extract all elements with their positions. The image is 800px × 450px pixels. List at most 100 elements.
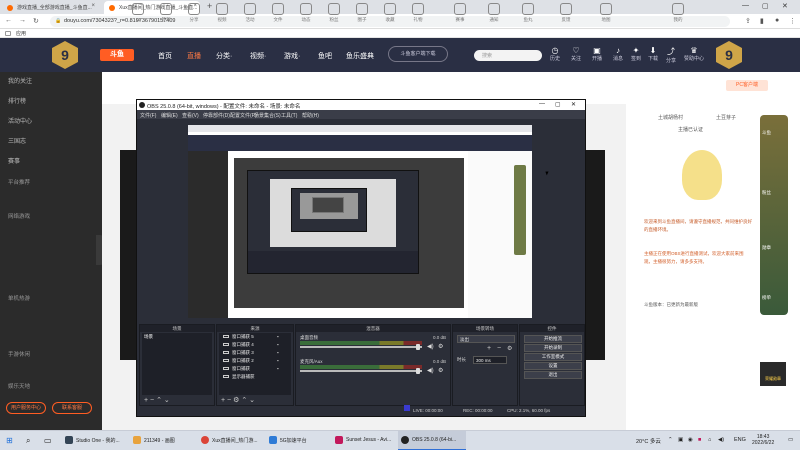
obs-minimize-icon[interactable]: — bbox=[539, 101, 545, 107]
medal-banner[interactable] bbox=[760, 115, 788, 315]
obs-close-icon[interactable]: ✕ bbox=[571, 101, 576, 108]
sidebar-item-follow[interactable]: 我的关注 bbox=[8, 76, 32, 85]
remove-icon[interactable]: − bbox=[497, 345, 501, 352]
sponsor-button[interactable]: ♛ 赞助中心 bbox=[684, 46, 704, 62]
bookmark-apps[interactable]: 应用 bbox=[16, 31, 26, 37]
add-icon[interactable]: + bbox=[487, 345, 491, 352]
source-item[interactable]: 窗口捕获 2 ▪ bbox=[223, 358, 279, 364]
speaker-icon[interactable]: ◀) bbox=[427, 367, 434, 374]
taskbar-app-obs[interactable]: OBS 25.0.8 (64-bi... bbox=[398, 431, 466, 450]
weather[interactable]: 20°C 多云 bbox=[636, 437, 661, 445]
category-item[interactable]: 粉丝 bbox=[320, 3, 348, 23]
eye-icon[interactable] bbox=[223, 351, 229, 354]
category-item[interactable]: 我的 bbox=[664, 3, 692, 23]
remove-icon[interactable]: − bbox=[150, 397, 154, 404]
extensions-icon[interactable]: ▮ bbox=[760, 17, 764, 25]
scene-item[interactable]: 场景 bbox=[144, 334, 153, 340]
close-window-icon[interactable]: ✕ bbox=[782, 2, 788, 10]
menu-docks[interactable]: 停靠部件(D) bbox=[203, 112, 230, 119]
gear-icon[interactable]: ⚙ bbox=[438, 367, 443, 374]
menu-icon[interactable]: ⋮ bbox=[789, 17, 796, 25]
category-item[interactable]: 收藏 bbox=[376, 3, 404, 23]
lock-icon[interactable]: ▪ bbox=[277, 350, 279, 355]
menu-tools[interactable]: 工具(T) bbox=[281, 112, 297, 119]
nav-game[interactable]: 游戏· bbox=[284, 51, 300, 61]
eye-icon[interactable] bbox=[223, 367, 229, 370]
forward-icon[interactable]: → bbox=[19, 17, 26, 24]
nav-category[interactable]: 分类· bbox=[216, 51, 232, 61]
reload-icon[interactable]: ↻ bbox=[33, 17, 39, 25]
nav-yuba[interactable]: 鱼吧 bbox=[318, 51, 332, 61]
category-item[interactable]: 地图 bbox=[592, 3, 620, 23]
nav-live[interactable]: 直播 bbox=[187, 51, 201, 61]
search-input[interactable]: 搜索 bbox=[474, 50, 542, 61]
category-item[interactable]: 通知 bbox=[480, 3, 508, 23]
history-button[interactable]: ◷ 历史 bbox=[550, 46, 560, 62]
remove-icon[interactable]: − bbox=[227, 397, 231, 404]
gear-icon[interactable]: ⚙ bbox=[438, 343, 443, 350]
speaker-icon[interactable]: ◀) bbox=[427, 343, 434, 350]
douyu-logo[interactable]: 斗鱼 bbox=[100, 49, 134, 61]
user-service-button[interactable]: 用户服务中心 bbox=[6, 402, 46, 414]
category-item[interactable]: 文件 bbox=[264, 3, 292, 23]
eye-icon[interactable] bbox=[223, 359, 229, 362]
tray-chevron-icon[interactable]: ⌃ bbox=[668, 437, 673, 443]
maximize-icon[interactable]: ▢ bbox=[762, 2, 769, 10]
source-item[interactable]: 窗口捕获 ▪ bbox=[223, 366, 279, 372]
lock-icon[interactable]: ▪ bbox=[277, 334, 279, 339]
move-up-icon[interactable]: ⌃ bbox=[156, 397, 162, 404]
language-indicator[interactable]: ENG bbox=[734, 437, 746, 443]
eye-icon[interactable] bbox=[223, 343, 229, 346]
obs-maximize-icon[interactable]: ▢ bbox=[555, 101, 561, 108]
download-button[interactable]: ⬇ 下载 bbox=[648, 46, 658, 62]
gear-icon[interactable]: ⚙ bbox=[233, 397, 239, 404]
obs-preview-canvas[interactable] bbox=[188, 125, 532, 318]
network-icon[interactable]: ⌂ bbox=[708, 437, 711, 443]
follow-button[interactable]: ♡ 关注 bbox=[571, 46, 581, 62]
chat-head-item[interactable]: 土城胡杨村 bbox=[658, 114, 683, 121]
nav-festival[interactable]: 鱼乐盛典 bbox=[346, 51, 374, 61]
gear-icon[interactable]: ⚙ bbox=[507, 345, 512, 352]
profile-icon[interactable]: ● bbox=[775, 17, 779, 24]
exit-button[interactable]: 退出 bbox=[524, 371, 582, 379]
tray-app-icon[interactable]: ◉ bbox=[688, 437, 693, 443]
close-tab-icon[interactable]: × bbox=[91, 3, 95, 9]
source-item[interactable]: 窗口捕获 5 ▪ bbox=[223, 334, 279, 340]
sidebar-item-match[interactable]: 赛事 bbox=[8, 156, 20, 165]
source-item[interactable]: 窗口捕获 3 ▪ bbox=[223, 350, 279, 356]
taskbar-app-chrome[interactable]: Xux直播间_热门游... bbox=[198, 431, 266, 450]
sidebar-item-activity[interactable]: 活动中心 bbox=[8, 116, 32, 125]
share-button[interactable]: ⤴ 分享 bbox=[666, 46, 676, 64]
add-icon[interactable]: + bbox=[144, 397, 148, 404]
lock-icon[interactable]: ▪ bbox=[277, 366, 279, 371]
volume-icon[interactable]: ◀) bbox=[718, 437, 724, 443]
duration-input[interactable]: 300 ms bbox=[473, 356, 507, 364]
category-item[interactable]: 视频 bbox=[208, 3, 236, 23]
move-down-icon[interactable]: ⌄ bbox=[249, 397, 255, 404]
eye-icon[interactable] bbox=[223, 335, 229, 338]
sidebar-item-rank[interactable]: 排行榜 bbox=[8, 96, 26, 105]
pc-client-button[interactable]: PC客户端 bbox=[726, 80, 768, 91]
chat-head-item[interactable]: 土豆芽子 bbox=[716, 114, 736, 121]
back-icon[interactable]: ← bbox=[5, 17, 12, 24]
category-item[interactable]: 圈子 bbox=[348, 3, 376, 23]
minimize-icon[interactable]: — bbox=[742, 2, 749, 9]
search-icon[interactable]: ⌕ bbox=[26, 436, 30, 446]
menu-file[interactable]: 文件(F) bbox=[140, 112, 156, 119]
sidebar-item-sanguo[interactable]: 三国志 bbox=[8, 136, 26, 145]
tray-app-icon[interactable]: ■ bbox=[698, 437, 701, 443]
notification-icon[interactable]: ▭ bbox=[788, 437, 793, 443]
source-item[interactable]: 窗口捕获 4 ▪ bbox=[223, 342, 279, 348]
settings-button[interactable]: 设置 bbox=[524, 362, 582, 370]
volume-knob[interactable] bbox=[416, 368, 420, 374]
menu-edit[interactable]: 编辑(E) bbox=[161, 112, 178, 119]
taskbar-app-accelerator[interactable]: 5G加速平台 bbox=[266, 431, 332, 450]
volume-knob[interactable] bbox=[416, 344, 420, 350]
lock-icon[interactable]: ▪ bbox=[277, 358, 279, 363]
client-download-button[interactable]: 斗鱼客户端下载 bbox=[388, 46, 448, 62]
menu-profile[interactable]: 配置文件(P) bbox=[230, 112, 257, 119]
share-icon[interactable]: ⇪ bbox=[745, 17, 751, 25]
task-view-icon[interactable]: ▭ bbox=[44, 436, 52, 445]
browser-tab[interactable]: 游戏直播_全部游戏直播_斗鱼直... × bbox=[2, 1, 98, 14]
category-item[interactable]: 赛事 bbox=[446, 3, 474, 23]
